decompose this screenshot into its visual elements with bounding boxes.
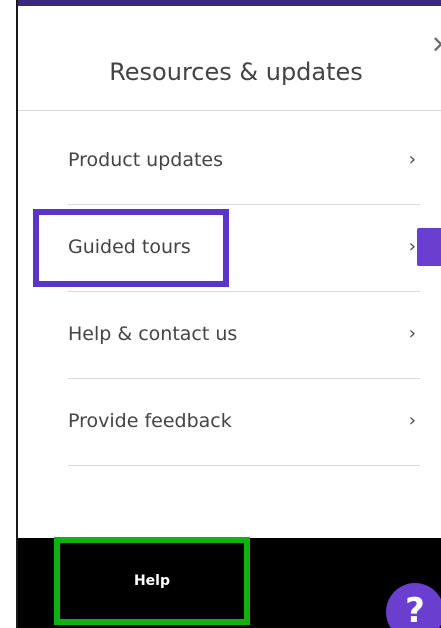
menu-item-label: Provide feedback xyxy=(68,410,232,432)
help-button-label: Help xyxy=(133,573,171,589)
item-divider xyxy=(68,465,420,466)
side-tab-handle[interactable] xyxy=(417,228,441,266)
help-button[interactable]: Help xyxy=(54,537,250,625)
chevron-right-icon: › xyxy=(408,236,416,257)
close-icon[interactable]: ✕ xyxy=(428,32,441,58)
panel-title: Resources & updates xyxy=(109,58,363,86)
chevron-right-icon: › xyxy=(408,410,416,431)
menu-item-product-updates[interactable]: Product updates › xyxy=(68,117,420,203)
menu-item-label: Product updates xyxy=(68,149,224,171)
chevron-right-icon: › xyxy=(408,323,416,344)
menu-item-help-contact[interactable]: Help & contact us › xyxy=(68,291,420,377)
guided-tours-highlight-box xyxy=(33,209,229,287)
menu-item-provide-feedback[interactable]: Provide feedback › xyxy=(68,378,420,464)
menu-item-label: Help & contact us xyxy=(68,323,238,345)
chevron-right-icon: › xyxy=(408,149,416,170)
title-divider xyxy=(18,110,441,111)
